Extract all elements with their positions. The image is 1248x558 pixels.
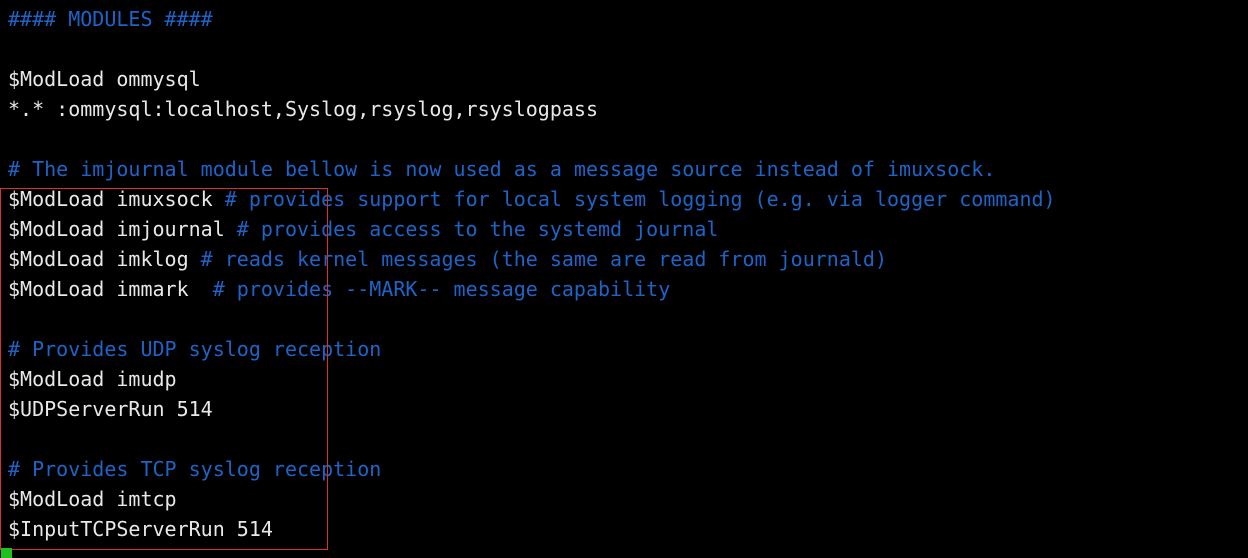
comment-text: # Provides UDP syslog reception xyxy=(8,337,381,361)
terminal-line: $ModLoad imuxsock # provides support for… xyxy=(8,184,1244,214)
config-text: $UDPServerRun 514 xyxy=(8,397,213,421)
terminal-editor[interactable]: #### MODULES #### $ModLoad ommysql *.* :o… xyxy=(0,0,1248,548)
terminal-line: # Provides UDP syslog reception xyxy=(8,334,1244,364)
config-text: $ModLoad imklog xyxy=(8,247,201,271)
config-text: $ModLoad imjournal xyxy=(8,217,237,241)
terminal-line xyxy=(8,424,1244,454)
comment-text: # provides --MARK-- message capability xyxy=(213,277,671,301)
terminal-line: # Provides TCP syslog reception xyxy=(8,454,1244,484)
terminal-line xyxy=(8,124,1244,154)
editor-cursor xyxy=(1,548,12,558)
config-text: *.* :ommysql:localhost,Syslog,rsyslog,rs… xyxy=(8,97,598,121)
terminal-line: $ModLoad immark # provides --MARK-- mess… xyxy=(8,274,1244,304)
comment-text: # reads kernel messages (the same are re… xyxy=(201,247,887,271)
comment-text: #### MODULES #### xyxy=(8,7,213,31)
terminal-line xyxy=(8,304,1244,334)
terminal-line xyxy=(8,34,1244,64)
config-text: $ModLoad ommysql xyxy=(8,67,201,91)
comment-text: # Provides TCP syslog reception xyxy=(8,457,381,481)
config-text: $ModLoad imudp xyxy=(8,367,177,391)
terminal-line: # The imjournal module bellow is now use… xyxy=(8,154,1244,184)
config-text: $ModLoad imuxsock xyxy=(8,187,225,211)
terminal-line: $ModLoad imtcp xyxy=(8,484,1244,514)
comment-text: # provides support for local system logg… xyxy=(225,187,1056,211)
terminal-line: $ModLoad imjournal # provides access to … xyxy=(8,214,1244,244)
config-text: $ModLoad immark xyxy=(8,277,213,301)
comment-text: # The imjournal module bellow is now use… xyxy=(8,157,995,181)
terminal-line: $UDPServerRun 514 xyxy=(8,394,1244,424)
config-text: $ModLoad imtcp xyxy=(8,487,177,511)
comment-text: # provides access to the systemd journal xyxy=(237,217,719,241)
terminal-line: $ModLoad ommysql xyxy=(8,64,1244,94)
terminal-line: $InputTCPServerRun 514 xyxy=(8,514,1244,544)
terminal-line: $ModLoad imudp xyxy=(8,364,1244,394)
terminal-line: *.* :ommysql:localhost,Syslog,rsyslog,rs… xyxy=(8,94,1244,124)
terminal-line: $ModLoad imklog # reads kernel messages … xyxy=(8,244,1244,274)
config-text: $InputTCPServerRun 514 xyxy=(8,517,273,541)
terminal-line: #### MODULES #### xyxy=(8,4,1244,34)
